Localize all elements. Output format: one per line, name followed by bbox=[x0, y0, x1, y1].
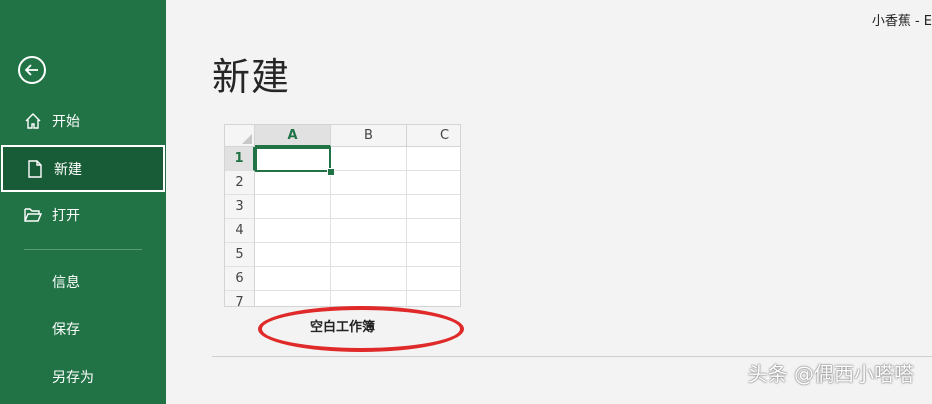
column-header: B bbox=[331, 125, 407, 147]
column-header: A bbox=[255, 125, 331, 147]
home-icon bbox=[22, 110, 44, 132]
row-header: 6 bbox=[225, 267, 255, 291]
grid-cell bbox=[407, 171, 460, 195]
grid-cell bbox=[331, 243, 407, 267]
grid-cell bbox=[407, 195, 460, 219]
grid-cell bbox=[407, 267, 460, 291]
user-name[interactable]: 小香蕉 - E bbox=[872, 10, 932, 29]
grid-cell bbox=[331, 147, 407, 171]
grid-cell bbox=[255, 267, 331, 291]
select-all-corner bbox=[225, 125, 255, 147]
row-header: 3 bbox=[225, 195, 255, 219]
column-header: C bbox=[407, 125, 460, 147]
grid-cell bbox=[331, 219, 407, 243]
sidebar-item-label: 开始 bbox=[52, 113, 80, 130]
grid-cell bbox=[331, 267, 407, 291]
grid-cell bbox=[331, 195, 407, 219]
row-header: 2 bbox=[225, 171, 255, 195]
grid-cell bbox=[407, 147, 460, 171]
sidebar-item-open[interactable]: 打开 bbox=[0, 191, 166, 238]
grid-cell bbox=[407, 291, 460, 306]
grid-cell bbox=[255, 291, 331, 306]
grid-cell bbox=[255, 219, 331, 243]
grid-cell bbox=[255, 243, 331, 267]
sidebar-item-new[interactable]: 新建 bbox=[1, 145, 165, 192]
sidebar-item-info[interactable]: 信息 bbox=[0, 258, 166, 305]
sidebar-item-home[interactable]: 开始 bbox=[0, 97, 166, 144]
folder-open-icon bbox=[22, 204, 44, 226]
fill-handle bbox=[327, 168, 335, 176]
sidebar-divider bbox=[24, 249, 142, 250]
grid-cell bbox=[331, 291, 407, 306]
sidebar-item-label: 新建 bbox=[54, 161, 82, 178]
grid-cell bbox=[407, 243, 460, 267]
row-header: 4 bbox=[225, 219, 255, 243]
back-button[interactable] bbox=[18, 56, 46, 84]
row-header: 5 bbox=[225, 243, 255, 267]
sidebar-item-label: 信息 bbox=[52, 274, 80, 291]
blank-workbook-template[interactable]: A B C 1 2 3 4 5 6 7 bbox=[224, 124, 461, 307]
page-title: 新建 bbox=[212, 55, 291, 99]
row-header: 7 bbox=[225, 291, 255, 306]
section-divider bbox=[212, 356, 932, 357]
sidebar: 开始 新建 打开 信息 保存 另存为 bbox=[0, 0, 166, 404]
new-document-icon bbox=[24, 158, 46, 180]
arrow-left-icon bbox=[24, 64, 38, 76]
sidebar-item-label: 保存 bbox=[52, 321, 80, 338]
sidebar-item-save[interactable]: 保存 bbox=[0, 305, 166, 352]
grid-cell bbox=[255, 195, 331, 219]
sidebar-item-label: 另存为 bbox=[52, 369, 94, 386]
grid-cell bbox=[255, 171, 331, 195]
active-cell bbox=[255, 147, 331, 172]
sidebar-item-save-as[interactable]: 另存为 bbox=[0, 353, 166, 400]
sidebar-item-label: 打开 bbox=[52, 207, 80, 224]
row-header: 1 bbox=[225, 147, 255, 171]
template-label[interactable]: 空白工作簿 bbox=[224, 316, 461, 335]
grid-cell bbox=[331, 171, 407, 195]
watermark: 头条 @偶西小嗒嗒 bbox=[747, 362, 914, 386]
grid-cell bbox=[407, 219, 460, 243]
